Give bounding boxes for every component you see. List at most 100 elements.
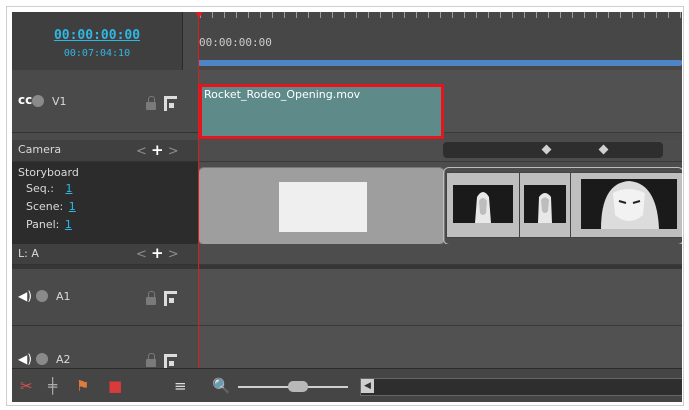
track-area-layer (199, 244, 682, 265)
duration-timecode: 00:07:04:10 (63, 48, 131, 59)
ruler-tick (644, 12, 645, 18)
ruler-tick (344, 12, 345, 18)
ruler-tick (452, 12, 453, 18)
panel-row: Panel: 1 (26, 218, 72, 231)
camera-keyframe-controls[interactable]: < + > (136, 141, 179, 159)
track-header-a2: ◀) A2 (12, 326, 198, 369)
marker-icon[interactable]: ■ (108, 377, 122, 395)
ruler-tick (404, 12, 405, 18)
track-label-a2: A2 (56, 353, 71, 366)
ruler-tick (500, 12, 501, 18)
ruler-tick (428, 12, 429, 18)
ruler-tick (476, 12, 477, 18)
track-label-camera: Camera (18, 143, 62, 156)
split-clip-icon[interactable]: ✂ (20, 377, 33, 395)
ruler-tick (560, 12, 561, 18)
ruler-tick (440, 12, 441, 18)
ruler-tick (536, 12, 537, 18)
character-drawing (475, 192, 491, 223)
eye-dot-icon[interactable] (32, 95, 44, 107)
panel-value[interactable]: 1 (65, 218, 72, 231)
track-label-v1: V1 (52, 95, 67, 108)
lock-icon[interactable] (146, 291, 156, 305)
seq-label: Seq.: (26, 182, 54, 195)
ruler-tick (632, 12, 633, 18)
scroll-left-icon[interactable]: ◀ (361, 379, 374, 393)
horizontal-scrollbar[interactable]: ◀ (360, 378, 682, 396)
marker-icon[interactable]: ⚑ (76, 377, 89, 395)
track-area-a2 (199, 326, 682, 369)
zoom-icon[interactable]: 🔍 (212, 377, 231, 395)
ruler-tick (596, 12, 597, 18)
speaker-icon[interactable]: ◀) (18, 289, 32, 303)
current-timecode[interactable]: 00:00:00:00 (12, 28, 182, 43)
camera-keyframe-bar[interactable] (443, 142, 663, 158)
insert-icon[interactable]: ╪ (48, 377, 57, 395)
blank-panel-thumbnail (279, 182, 367, 232)
storyboard-panel-thumbnail[interactable] (446, 172, 520, 238)
clip-name: Rocket_Rodeo_Opening.mov (204, 88, 361, 101)
keyframe-marker[interactable] (598, 144, 609, 155)
menu-icon[interactable]: ≡ (174, 377, 187, 395)
scene-range-bar[interactable] (198, 60, 682, 66)
zoom-slider-knob[interactable] (288, 381, 308, 392)
ruler-tick (584, 12, 585, 18)
timeline-toolbar: ✂ ╪ ⚑ ■ ≡ 🔍 ◀ (12, 368, 682, 402)
speaker-icon[interactable]: ◀) (18, 352, 32, 366)
storyboard-panel-blank[interactable] (198, 167, 445, 245)
scene-value[interactable]: 1 (69, 200, 76, 213)
character-thumbnail (453, 185, 513, 223)
ruler-tick (236, 12, 237, 18)
ruler-tick (332, 12, 333, 18)
playhead[interactable] (198, 12, 199, 368)
prev-layer-button[interactable]: < (136, 247, 147, 262)
next-keyframe-button[interactable]: > (168, 144, 179, 159)
next-layer-button[interactable]: > (168, 247, 179, 262)
seq-row: Seq.: 1 (26, 182, 72, 195)
track-header-a1: ◀) A1 (12, 269, 198, 326)
ruler-tick (524, 12, 525, 18)
eye-dot-icon[interactable] (36, 290, 48, 302)
ruler-tick (272, 12, 273, 18)
ruler-tick (248, 12, 249, 18)
playhead-handle[interactable] (195, 12, 203, 18)
video-clip[interactable]: Rocket_Rodeo_Opening.mov (199, 84, 444, 139)
ruler-tick (548, 12, 549, 18)
character-closeup-thumbnail (581, 179, 677, 229)
timecode-header: 00:00:00:00 00:07:04:10 (12, 12, 183, 70)
snap-icon[interactable] (164, 354, 177, 369)
ruler-tick (392, 12, 393, 18)
film-reel-icon[interactable]: cc (18, 93, 32, 107)
track-area-a1 (199, 269, 682, 326)
snap-icon[interactable] (164, 291, 177, 306)
ruler-tick (608, 12, 609, 18)
ruler-tick (224, 12, 225, 18)
lock-icon[interactable] (146, 96, 156, 110)
ruler-tick (488, 12, 489, 18)
ruler-tick (260, 12, 261, 18)
ruler-tick (680, 12, 681, 18)
ruler-tick (572, 12, 573, 18)
add-layer-button[interactable]: + (151, 244, 164, 262)
seq-value[interactable]: 1 (65, 182, 72, 195)
keyframe-marker[interactable] (541, 144, 552, 155)
scene-row: Scene: 1 (26, 200, 76, 213)
time-ruler[interactable]: 00:00:00:00 (198, 12, 682, 70)
prev-keyframe-button[interactable]: < (136, 144, 147, 159)
ruler-tick (656, 12, 657, 18)
snap-icon[interactable] (164, 96, 177, 111)
eye-dot-icon[interactable] (36, 353, 48, 365)
storyboard-panel-thumbnail[interactable] (519, 172, 571, 238)
layer-controls[interactable]: < + > (136, 244, 179, 262)
track-label-layer: L: A (18, 247, 39, 260)
lock-icon[interactable] (146, 353, 156, 367)
ruler-tick (620, 12, 621, 18)
add-keyframe-button[interactable]: + (151, 141, 164, 159)
ruler-tick (284, 12, 285, 18)
character-thumbnail (524, 185, 566, 223)
ruler-start-label: 00:00:00:00 (199, 36, 272, 49)
scene-label: Scene: (26, 200, 64, 213)
storyboard-panel-thumbnail[interactable] (570, 172, 682, 238)
character-closeup-drawing (601, 181, 659, 229)
track-header-storyboard: Storyboard Seq.: 1 Scene: 1 Panel: 1 (12, 162, 198, 245)
